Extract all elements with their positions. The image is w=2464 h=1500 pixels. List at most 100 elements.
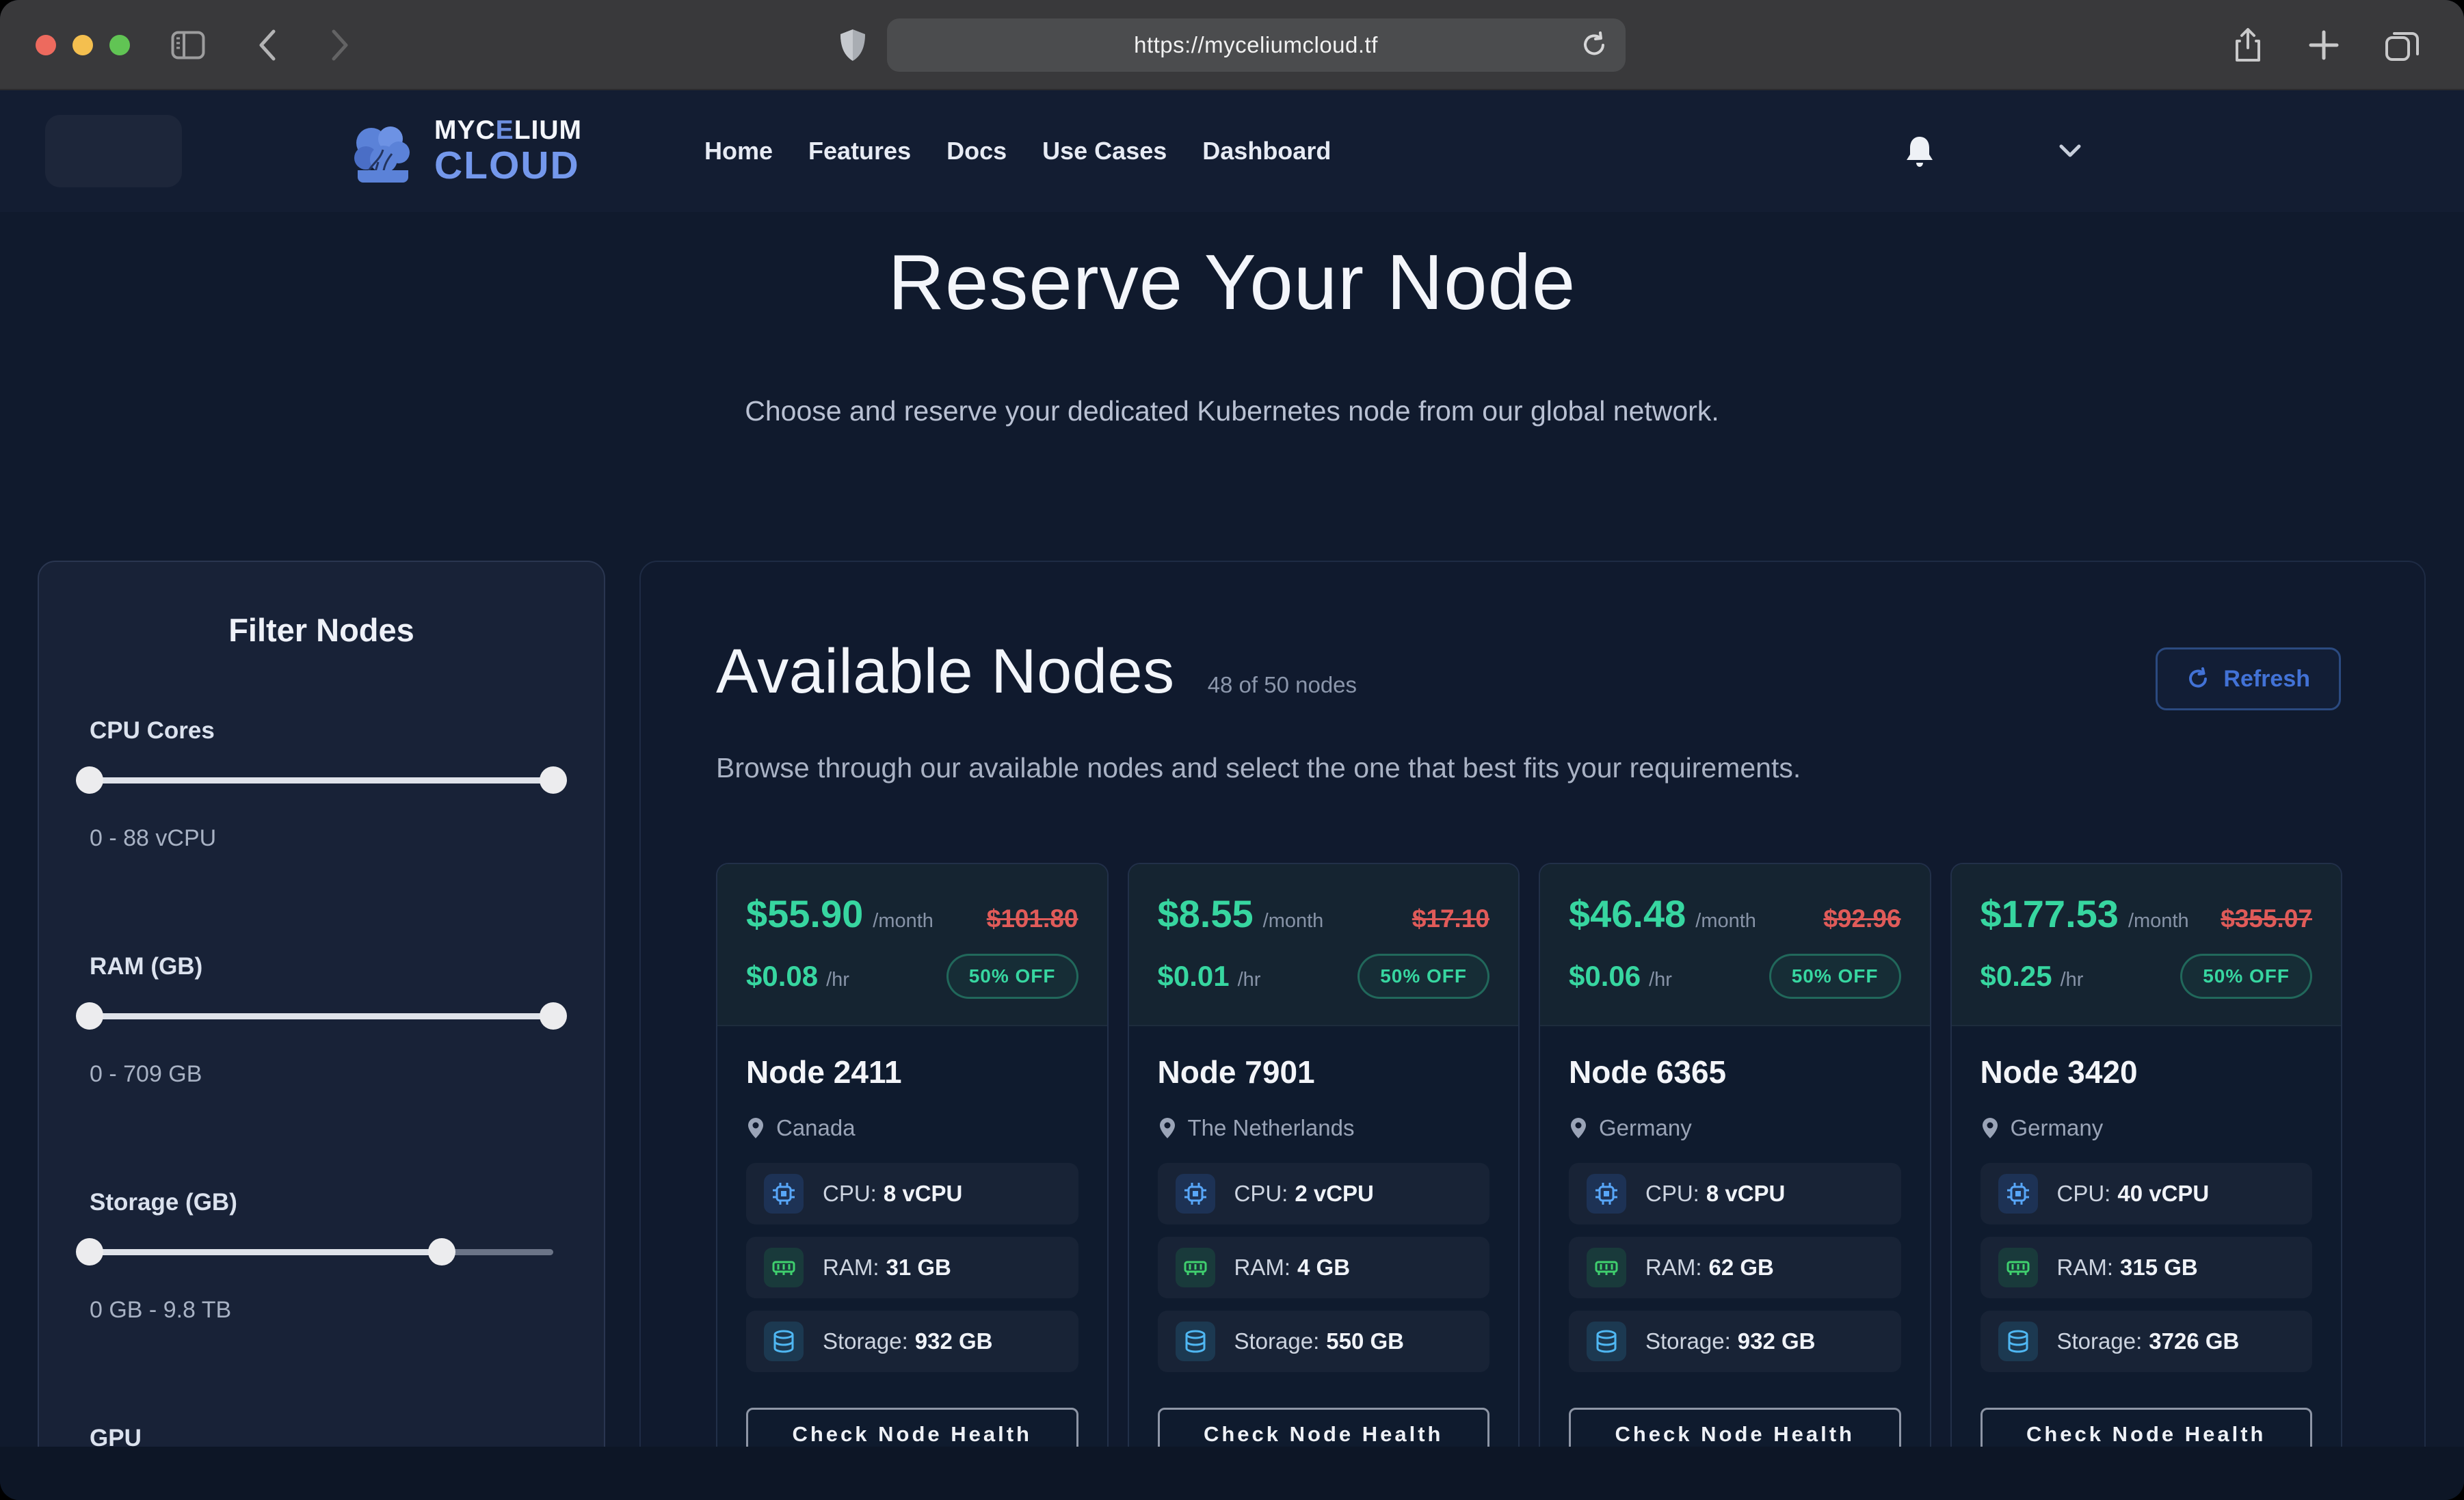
filter-group-storage: Storage (GB) 0 GB - 9.8 TB [90, 1189, 553, 1324]
slider-handle-min[interactable] [76, 1002, 103, 1030]
node-name: Node 3420 [1981, 1054, 2313, 1090]
storage-value: 932 GB [915, 1328, 993, 1354]
storage-label: Storage: [1645, 1328, 1731, 1354]
ram-icon [1587, 1248, 1626, 1287]
slider-handle-max[interactable] [428, 1238, 455, 1265]
refresh-button[interactable]: Refresh [2156, 647, 2341, 710]
slider-handle-min[interactable] [76, 1238, 103, 1265]
hourly-price: $0.25 [1981, 960, 2052, 993]
location-pin-icon [1981, 1116, 2000, 1140]
shield-icon[interactable] [839, 28, 866, 62]
storage-label: Storage: [2057, 1328, 2143, 1354]
refresh-icon [2186, 667, 2210, 691]
ram-icon [1176, 1248, 1215, 1287]
per-month-label: /month [1695, 910, 1756, 933]
tab-overview-icon[interactable] [2385, 28, 2420, 62]
nav-link-features[interactable]: Features [808, 137, 911, 165]
filter-label-storage: Storage (GB) [90, 1189, 553, 1216]
page-subtitle: Choose and reserve your dedicated Kubern… [0, 395, 2464, 427]
node-count-badge: 48 of 50 nodes [1208, 672, 1357, 698]
nav-link-docs[interactable]: Docs [946, 137, 1007, 165]
slider-handle-max[interactable] [540, 766, 567, 794]
ram-spec-row: RAM:31 GB [746, 1237, 1078, 1298]
filter-label-cpu: CPU Cores [90, 717, 553, 745]
ram-value: 315 GB [2120, 1255, 2198, 1280]
original-price: $101.80 [987, 905, 1078, 933]
slider-handle-max[interactable] [540, 1002, 567, 1030]
node-location: Germany [2011, 1115, 2104, 1141]
filter-range-ram: 0 - 709 GB [90, 1061, 553, 1088]
chevron-down-icon[interactable] [2058, 144, 2082, 159]
ram-value: 62 GB [1709, 1255, 1774, 1280]
zoom-window-button[interactable] [109, 35, 130, 55]
per-hr-label: /hr [1649, 969, 1672, 991]
storage-spec-row: Storage:550 GB [1158, 1311, 1490, 1372]
cpu-value: 40 vCPU [2117, 1181, 2209, 1206]
storage-spec-row: Storage:932 GB [746, 1311, 1078, 1372]
node-name: Node 2411 [746, 1054, 1078, 1090]
node-card[interactable]: $55.90 /month $101.80 $0.08 /hr 50% OFF [716, 863, 1109, 1473]
page-title: Reserve Your Node [0, 238, 2464, 327]
ram-label: RAM: [2057, 1255, 2114, 1280]
section-title: Available Nodes [716, 636, 1175, 708]
node-card[interactable]: $46.48 /month $92.96 $0.06 /hr 50% OFF [1539, 863, 1931, 1473]
hourly-price: $0.01 [1158, 960, 1230, 993]
node-name: Node 7901 [1158, 1054, 1490, 1090]
cpu-icon [1587, 1174, 1626, 1214]
per-hr-label: /hr [1238, 969, 1261, 991]
cpu-label: CPU: [823, 1181, 877, 1206]
close-window-button[interactable] [36, 35, 56, 55]
cpu-label: CPU: [2057, 1181, 2111, 1206]
monthly-price: $46.48 [1569, 892, 1686, 936]
ram-label: RAM: [823, 1255, 879, 1280]
forward-icon[interactable] [330, 29, 350, 62]
nav-link-home[interactable]: Home [704, 137, 773, 165]
url-text: https://myceliumcloud.tf [1134, 32, 1378, 58]
sidebar-toggle-icon[interactable] [171, 31, 205, 59]
mycelium-cloud-logo-icon [345, 120, 421, 183]
discount-badge: 50% OFF [1769, 954, 1901, 999]
node-card[interactable]: $177.53 /month $355.07 $0.25 /hr 50% OFF [1950, 863, 2343, 1473]
storage-spec-row: Storage:3726 GB [1981, 1311, 2313, 1372]
cpu-range-slider[interactable] [90, 765, 553, 795]
ram-spec-row: RAM:315 GB [1981, 1237, 2313, 1298]
original-price: $92.96 [1823, 905, 1900, 933]
ram-label: RAM: [1645, 1255, 1702, 1280]
logo-line-2: CLOUD [434, 146, 582, 185]
back-icon[interactable] [257, 29, 278, 62]
section-subtitle: Browse through our available nodes and s… [716, 752, 1801, 784]
per-month-label: /month [873, 910, 933, 933]
original-price: $17.10 [1412, 905, 1489, 933]
discount-badge: 50% OFF [1357, 954, 1489, 999]
storage-range-slider[interactable] [90, 1237, 553, 1267]
node-name: Node 6365 [1569, 1054, 1901, 1090]
hourly-price: $0.08 [746, 960, 818, 993]
minimize-window-button[interactable] [72, 35, 93, 55]
per-hr-label: /hr [826, 969, 849, 991]
available-nodes-panel: Available Nodes 48 of 50 nodes Refresh B… [639, 561, 2426, 1490]
ram-spec-row: RAM: 62 GB [1569, 1237, 1901, 1298]
site-logo[interactable]: MYCELIUM CLOUD [345, 90, 582, 212]
cpu-spec-row: CPU:8 vCPU [746, 1163, 1078, 1224]
discount-badge: 50% OFF [2180, 954, 2312, 999]
refresh-label: Refresh [2223, 666, 2310, 693]
new-tab-icon[interactable] [2308, 29, 2340, 61]
cpu-spec-row: CPU:8 vCPU [1569, 1163, 1901, 1224]
slider-handle-min[interactable] [76, 766, 103, 794]
reload-icon[interactable] [1580, 31, 1608, 59]
location-pin-icon [1569, 1116, 1588, 1140]
ram-range-slider[interactable] [90, 1001, 553, 1031]
address-bar[interactable]: https://myceliumcloud.tf [887, 18, 1626, 72]
browser-chrome: https://myceliumcloud.tf [0, 0, 2464, 90]
ram-label: RAM: [1234, 1255, 1291, 1280]
share-icon[interactable] [2233, 27, 2263, 63]
filter-group-ram: RAM (GB) 0 - 709 GB [90, 953, 553, 1088]
storage-label: Storage: [1234, 1328, 1320, 1354]
node-card[interactable]: $8.55 /month $17.10 $0.01 /hr 50% OFF [1128, 863, 1520, 1473]
notifications-bell-icon[interactable] [1905, 134, 1935, 168]
nav-link-dashboard[interactable]: Dashboard [1202, 137, 1331, 165]
cpu-label: CPU: [1234, 1181, 1288, 1206]
nav-link-use-cases[interactable]: Use Cases [1042, 137, 1167, 165]
cpu-label: CPU: [1645, 1181, 1699, 1206]
site-navbar: MYCELIUM CLOUD Home Features Docs Use Ca… [0, 90, 2464, 212]
